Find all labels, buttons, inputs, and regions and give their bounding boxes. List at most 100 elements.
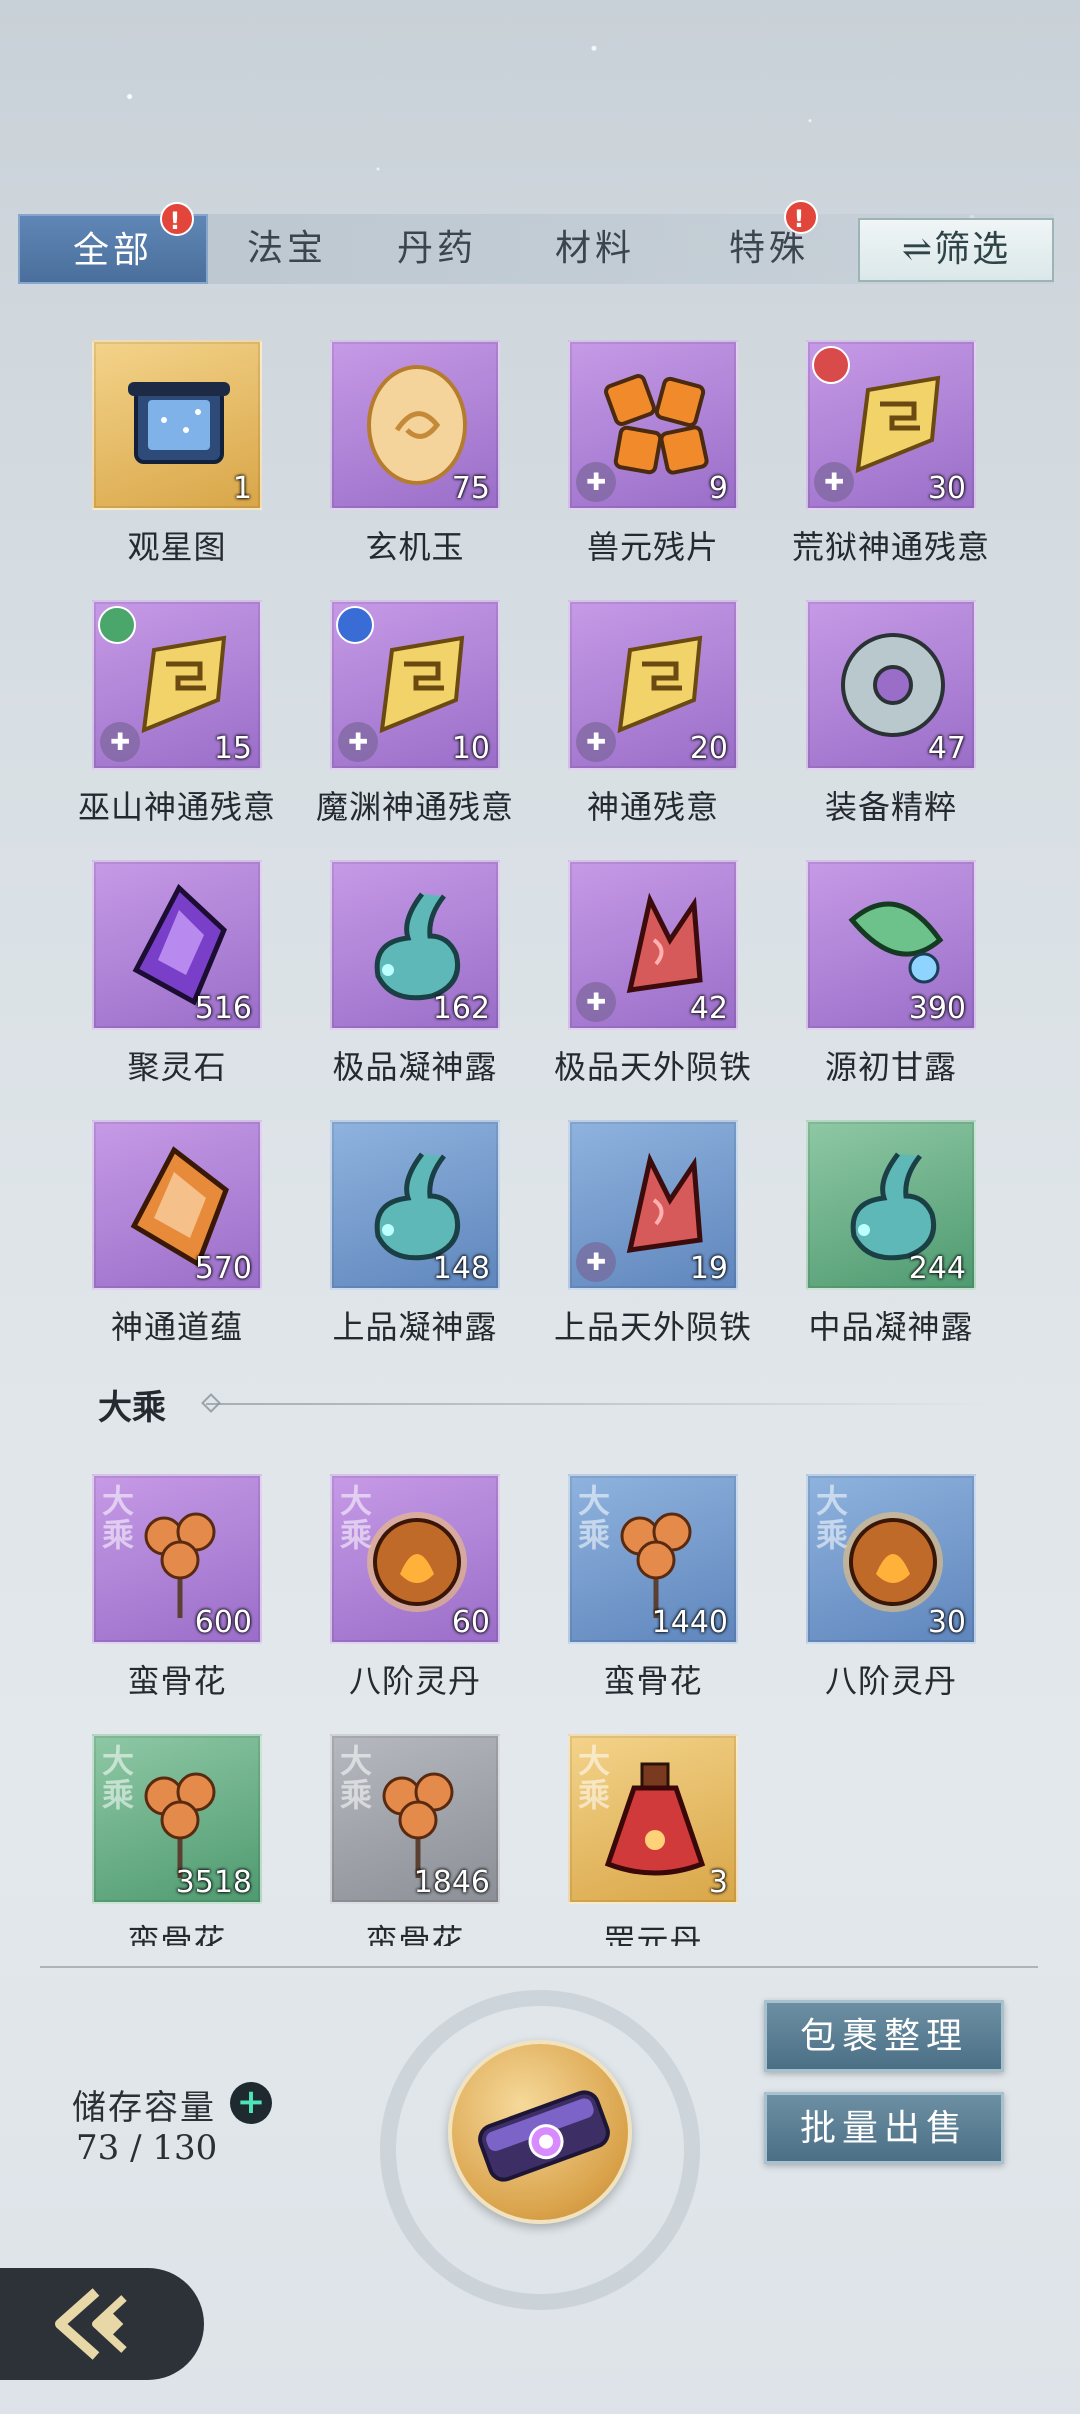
inventory-item[interactable]: ✚ 10 [330, 600, 500, 770]
inventory-item[interactable]: 大 乘 600 [92, 1474, 262, 1644]
fragment-puzzle-icon: ✚ [576, 462, 616, 502]
inventory-item[interactable]: 1 [92, 340, 262, 510]
item-name: 兽元残片 [586, 528, 719, 566]
fragment-puzzle-icon: ✚ [814, 462, 854, 502]
item-count: 9 [708, 471, 728, 506]
inventory-item[interactable]: ✚ 9 [568, 340, 738, 510]
tab-special[interactable]: 特殊 ! [684, 200, 854, 284]
star-chart-scroll-icon [114, 360, 244, 490]
storage-capacity-value: 73 / 130 [76, 2128, 218, 2168]
item-name: 上品天外陨铁 [553, 1308, 752, 1346]
tab-all-label: 全部 [72, 230, 153, 271]
fragment-puzzle-icon: ✚ [576, 982, 616, 1022]
item-count: 1440 [651, 1605, 728, 1640]
sect-emblem-icon [98, 606, 136, 644]
item-count: 3 [708, 1865, 728, 1900]
inventory-item[interactable]: 390 [806, 860, 976, 1030]
item-name: 玄机玉 [365, 528, 465, 566]
fragment-puzzle-icon: ✚ [576, 1242, 616, 1282]
item-name: 魔渊神通残意 [315, 788, 514, 826]
inventory-item[interactable]: 大 乘 30 [806, 1474, 976, 1644]
section-divider [206, 1403, 986, 1405]
inventory-item[interactable]: 47 [806, 600, 976, 770]
item-name: 上品凝神露 [332, 1308, 498, 1346]
section-title-dacheng: 大乘 [98, 1388, 166, 1428]
item-count: 516 [194, 991, 252, 1026]
item-name: 中品凝神露 [808, 1308, 974, 1346]
item-count: 42 [689, 991, 728, 1026]
inventory-item[interactable]: 516 [92, 860, 262, 1030]
item-count: 148 [432, 1251, 490, 1286]
red-potion-icon [590, 1754, 720, 1884]
filter-button[interactable]: ⇌筛选 [858, 218, 1054, 282]
item-name: 蛮骨花 [127, 1662, 227, 1700]
sect-emblem-icon [812, 346, 850, 384]
item-count: 600 [194, 1605, 252, 1640]
footer-divider [40, 1966, 1038, 1968]
item-name: 神通残意 [586, 788, 719, 826]
tab-treasure[interactable]: 法宝 [212, 214, 362, 284]
tab-materials[interactable]: 材料 [520, 214, 670, 284]
inventory-item[interactable]: 570 [92, 1120, 262, 1290]
item-count: 15 [213, 731, 252, 766]
item-name: 蛮骨花 [603, 1662, 703, 1700]
fragment-puzzle-icon: ✚ [576, 722, 616, 762]
item-name: 八阶灵丹 [824, 1662, 957, 1700]
item-name: 巫山神通残意 [77, 788, 276, 826]
back-arrow-icon [55, 2288, 127, 2360]
item-count: 30 [927, 471, 966, 506]
expand-storage-plus-icon[interactable]: + [230, 2082, 272, 2124]
inventory-item[interactable]: ✚ 30 [806, 340, 976, 510]
sect-emblem-icon [336, 606, 374, 644]
item-name: 罡元丹 [603, 1922, 703, 1946]
item-count: 390 [908, 991, 966, 1026]
item-name: 极品天外陨铁 [553, 1048, 752, 1086]
fragment-puzzle-icon: ✚ [100, 722, 140, 762]
item-name: 聚灵石 [127, 1048, 227, 1086]
inventory-item[interactable]: ✚ 42 [568, 860, 738, 1030]
item-count: 20 [689, 731, 728, 766]
fragment-puzzle-icon: ✚ [338, 722, 378, 762]
item-name: 蛮骨花 [127, 1922, 227, 1946]
storage-bag-emblem[interactable] [448, 2040, 632, 2224]
inventory-item[interactable]: ✚ 15 [92, 600, 262, 770]
item-name: 蛮骨花 [365, 1922, 465, 1946]
alert-badge-icon: ! [784, 200, 818, 234]
back-button[interactable] [0, 2268, 204, 2380]
inventory-item[interactable]: 大 乘 3518 [92, 1734, 262, 1904]
inventory-item[interactable]: 148 [330, 1120, 500, 1290]
inventory-item[interactable]: ✚ 19 [568, 1120, 738, 1290]
item-name: 装备精粹 [824, 788, 957, 826]
inventory-item[interactable]: ✚ 20 [568, 600, 738, 770]
item-count: 162 [432, 991, 490, 1026]
organize-bag-button[interactable]: 包裹整理 [764, 2000, 1004, 2072]
item-name: 极品凝神露 [332, 1048, 498, 1086]
item-count: 10 [451, 731, 490, 766]
item-count: 19 [689, 1251, 728, 1286]
item-name: 八阶灵丹 [348, 1662, 481, 1700]
inventory-item[interactable]: 244 [806, 1120, 976, 1290]
item-count: 1 [232, 471, 252, 506]
inventory-item[interactable]: 大 乘3 [568, 1734, 738, 1904]
inventory-item[interactable]: 大 乘 1440 [568, 1474, 738, 1644]
item-count: 3518 [175, 1865, 252, 1900]
item-name: 神通道蕴 [110, 1308, 243, 1346]
item-count: 47 [927, 731, 966, 766]
batch-sell-button[interactable]: 批量出售 [764, 2092, 1004, 2164]
tab-pills[interactable]: 丹药 [362, 214, 512, 284]
inventory-item[interactable]: 75 [330, 340, 500, 510]
alert-badge-icon: ! [160, 202, 194, 236]
item-count: 244 [908, 1251, 966, 1286]
inventory-item[interactable]: 162 [330, 860, 500, 1030]
tab-all[interactable]: 全部 ! [18, 202, 208, 284]
item-name: 荒狱神通残意 [791, 528, 990, 566]
item-name: 观星图 [127, 528, 227, 566]
inventory-item[interactable]: 大 乘 60 [330, 1474, 500, 1644]
storage-capacity-label: 储存容量 [72, 2088, 216, 2128]
item-count: 60 [451, 1605, 490, 1640]
purple-pouch-icon [478, 2090, 610, 2182]
item-count: 1846 [413, 1865, 490, 1900]
tab-special-label: 特殊 [728, 228, 809, 269]
inventory-item[interactable]: 大 乘 1846 [330, 1734, 500, 1904]
item-count: 30 [927, 1605, 966, 1640]
